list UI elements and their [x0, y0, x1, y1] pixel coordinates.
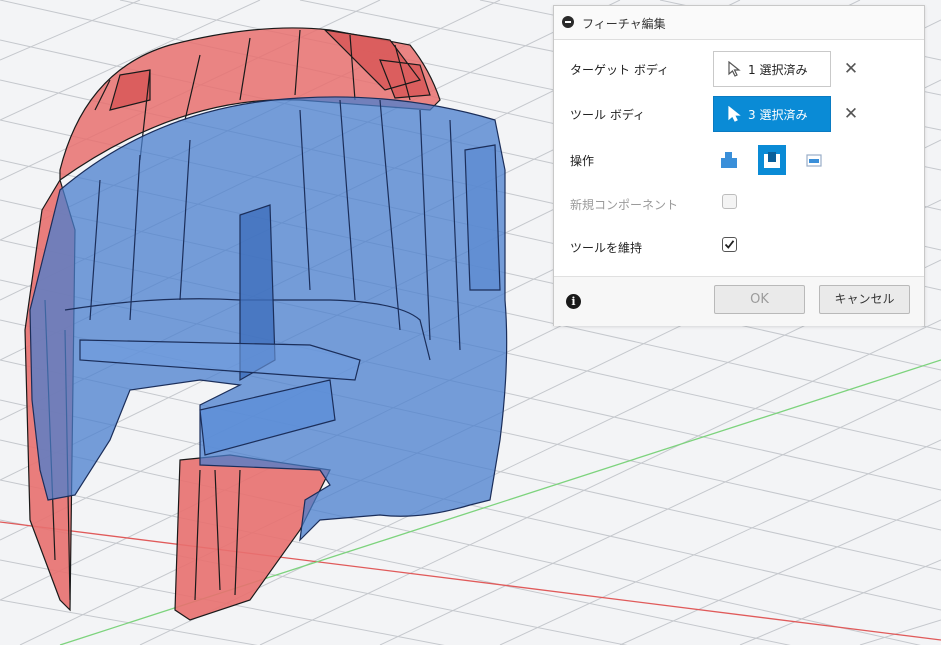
cut-operation-button[interactable] — [758, 145, 786, 175]
cursor-arrow-icon — [728, 106, 741, 122]
info-icon[interactable]: i — [566, 294, 581, 309]
edit-feature-dialog: フィーチャ編集 ターゲット ボディ 1 選択済み ✕ ツール ボディ 3 選択済… — [553, 5, 925, 326]
keep-tools-checkbox[interactable] — [722, 237, 737, 252]
tool-body-count: 3 選択済み — [748, 107, 808, 122]
intersect-operation-button[interactable] — [800, 145, 828, 175]
cancel-button[interactable]: キャンセル — [819, 285, 910, 314]
target-body-label: ターゲット ボディ — [570, 63, 669, 77]
new-component-label: 新規コンポーネント — [570, 198, 679, 212]
target-body-count: 1 選択済み — [748, 62, 808, 77]
dialog-footer: i OK キャンセル — [554, 276, 924, 326]
target-body-select-button[interactable]: 1 選択済み — [713, 51, 831, 87]
operation-label: 操作 — [570, 154, 595, 168]
dialog-title: フィーチャ編集 — [582, 17, 666, 31]
collapse-icon[interactable] — [562, 16, 574, 28]
intersect-icon — [806, 154, 822, 167]
cut-icon — [764, 152, 780, 168]
tool-body-label: ツール ボディ — [570, 108, 645, 122]
keep-tools-label: ツールを維持 — [570, 241, 643, 255]
clear-tool-button[interactable]: ✕ — [842, 105, 860, 123]
new-component-checkbox[interactable] — [722, 194, 737, 209]
tool-body-select-button[interactable]: 3 選択済み — [713, 96, 831, 132]
dialog-header[interactable]: フィーチャ編集 — [554, 6, 924, 40]
join-icon — [721, 152, 737, 168]
clear-target-button[interactable]: ✕ — [842, 60, 860, 78]
join-operation-button[interactable] — [715, 145, 743, 175]
ok-button[interactable]: OK — [714, 285, 805, 314]
cursor-arrow-icon — [728, 61, 741, 77]
checkmark-icon — [724, 240, 735, 249]
